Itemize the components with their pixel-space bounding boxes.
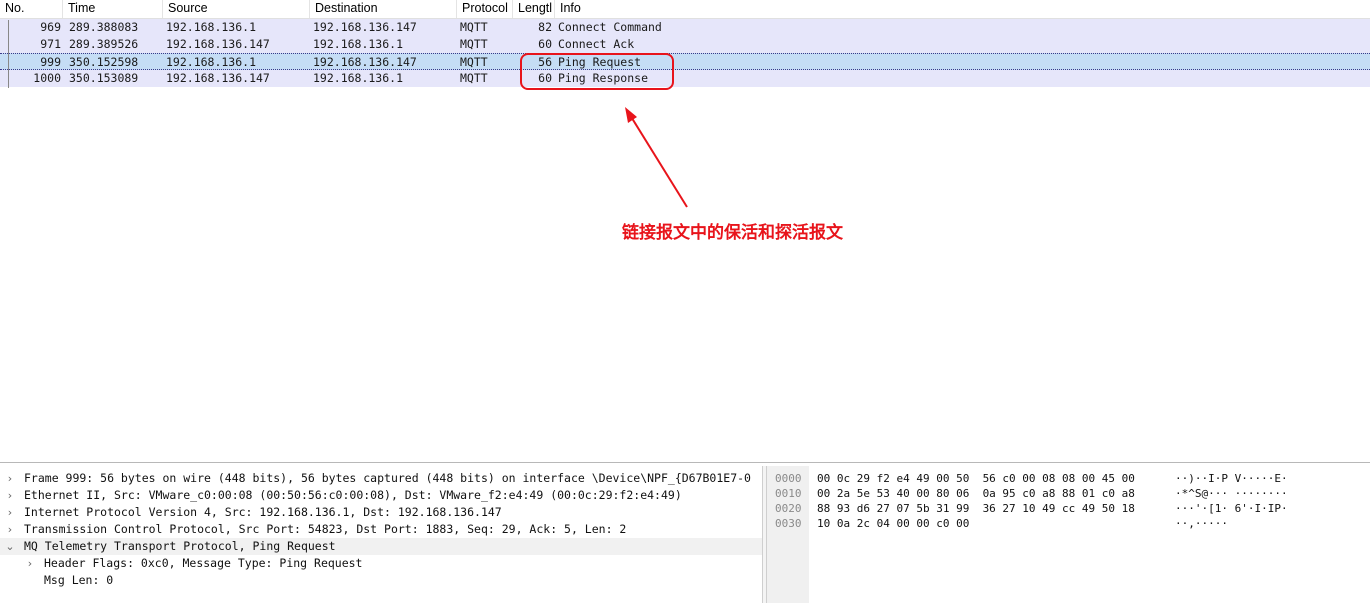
packet-source: 192.168.136.1 xyxy=(166,55,257,69)
detail-text: Header Flags: 0xc0, Message Type: Ping R… xyxy=(44,556,363,570)
byte-offset: 0030 xyxy=(775,517,802,530)
annotation-highlight-box xyxy=(520,53,674,90)
packet-no: 971 xyxy=(40,37,61,51)
expand-arrow-icon[interactable]: › xyxy=(24,555,36,572)
byte-hex[interactable]: 00 0c 29 f2 e4 49 00 50 56 c0 00 08 08 0… xyxy=(817,471,1135,486)
packet-time: 289.388083 xyxy=(69,20,139,34)
column-header-no[interactable]: No. xyxy=(0,0,63,18)
byte-ascii[interactable]: ···'·[1· 6'·I·IP· xyxy=(1175,501,1288,516)
detail-text: Msg Len: 0 xyxy=(44,573,114,587)
column-header-destination[interactable]: Destination xyxy=(310,0,457,18)
annotation-text: 链接报文中的保活和探活报文 xyxy=(622,223,843,243)
column-header-source[interactable]: Source xyxy=(163,0,310,18)
conversation-bracket xyxy=(8,20,9,88)
detail-row-ip[interactable]: › Internet Protocol Version 4, Src: 192.… xyxy=(0,504,762,521)
packet-destination: 192.168.136.1 xyxy=(313,37,404,51)
column-header-length[interactable]: Lengtl xyxy=(513,0,555,18)
expand-arrow-icon[interactable]: › xyxy=(4,470,16,487)
packet-protocol: MQTT xyxy=(460,71,488,85)
detail-row-frame[interactable]: › Frame 999: 56 bytes on wire (448 bits)… xyxy=(0,470,762,487)
packet-details-pane[interactable]: › Frame 999: 56 bytes on wire (448 bits)… xyxy=(0,466,763,603)
packet-source: 192.168.136.147 xyxy=(166,71,270,85)
packet-length: 82 xyxy=(538,20,552,34)
byte-ascii[interactable]: ··)··I·P V·····E· xyxy=(1175,471,1288,486)
packet-bytes-pane[interactable]: 0000 00 0c 29 f2 e4 49 00 50 56 c0 00 08… xyxy=(767,466,1370,603)
detail-text: MQ Telemetry Transport Protocol, Ping Re… xyxy=(24,539,336,553)
byte-offset: 0020 xyxy=(775,502,802,515)
packet-destination: 192.168.136.147 xyxy=(313,20,417,34)
column-header-protocol[interactable]: Protocol xyxy=(457,0,513,18)
packet-protocol: MQTT xyxy=(460,37,488,51)
packet-time: 350.152598 xyxy=(69,55,139,69)
detail-text: Internet Protocol Version 4, Src: 192.16… xyxy=(24,505,502,519)
packet-row[interactable]: 969 289.388083 192.168.136.1 192.168.136… xyxy=(0,19,1370,36)
packet-time: 350.153089 xyxy=(69,71,139,85)
byte-ascii[interactable]: ·*^S@··· ········ xyxy=(1175,486,1288,501)
packet-row[interactable]: 971 289.389526 192.168.136.147 192.168.1… xyxy=(0,36,1370,53)
packet-time: 289.389526 xyxy=(69,37,139,51)
byte-hex[interactable]: 10 0a 2c 04 00 00 c0 00 xyxy=(817,516,969,531)
packet-destination: 192.168.136.1 xyxy=(313,71,404,85)
detail-text: Transmission Control Protocol, Src Port:… xyxy=(24,522,627,536)
expand-arrow-icon[interactable]: › xyxy=(4,487,16,504)
expand-arrow-icon[interactable]: › xyxy=(4,504,16,521)
byte-offset: 0000 xyxy=(775,472,802,485)
detail-row-mqtt[interactable]: ⌄ MQ Telemetry Transport Protocol, Ping … xyxy=(0,538,762,555)
byte-offset: 0010 xyxy=(775,487,802,500)
detail-row-msg-len[interactable]: Msg Len: 0 xyxy=(0,572,762,589)
packet-row-selected[interactable]: 999 350.152598 192.168.136.1 192.168.136… xyxy=(0,53,1370,70)
column-header-info[interactable]: Info xyxy=(555,0,1370,18)
packet-row[interactable]: 1000 350.153089 192.168.136.147 192.168.… xyxy=(0,70,1370,87)
packet-info: Connect Command xyxy=(558,20,662,34)
expand-arrow-icon[interactable]: › xyxy=(4,521,16,538)
packet-no: 999 xyxy=(40,55,61,69)
column-header-time[interactable]: Time xyxy=(63,0,163,18)
packet-protocol: MQTT xyxy=(460,20,488,34)
packet-no: 1000 xyxy=(33,71,61,85)
collapse-arrow-icon[interactable]: ⌄ xyxy=(4,538,16,555)
packet-length: 60 xyxy=(538,37,552,51)
packet-destination: 192.168.136.147 xyxy=(313,55,417,69)
byte-hex[interactable]: 00 2a 5e 53 40 00 80 06 0a 95 c0 a8 88 0… xyxy=(817,486,1135,501)
byte-ascii[interactable]: ··,····· xyxy=(1175,516,1228,531)
byte-hex[interactable]: 88 93 d6 27 07 5b 31 99 36 27 10 49 cc 4… xyxy=(817,501,1135,516)
packet-source: 192.168.136.147 xyxy=(166,37,270,51)
detail-text: Frame 999: 56 bytes on wire (448 bits), … xyxy=(24,471,751,485)
packet-protocol: MQTT xyxy=(460,55,488,69)
detail-text: Ethernet II, Src: VMware_c0:00:08 (00:50… xyxy=(24,488,682,502)
annotation-arrow xyxy=(625,107,688,208)
detail-row-header-flags[interactable]: › Header Flags: 0xc0, Message Type: Ping… xyxy=(0,555,762,572)
packet-source: 192.168.136.1 xyxy=(166,20,257,34)
detail-row-tcp[interactable]: › Transmission Control Protocol, Src Por… xyxy=(0,521,762,538)
packet-list-pane[interactable]: No. Time Source Destination Protocol Len… xyxy=(0,0,1370,463)
packet-list-header: No. Time Source Destination Protocol Len… xyxy=(0,0,1370,19)
packet-no: 969 xyxy=(40,20,61,34)
packet-info: Connect Ack xyxy=(558,37,635,51)
detail-row-ethernet[interactable]: › Ethernet II, Src: VMware_c0:00:08 (00:… xyxy=(0,487,762,504)
